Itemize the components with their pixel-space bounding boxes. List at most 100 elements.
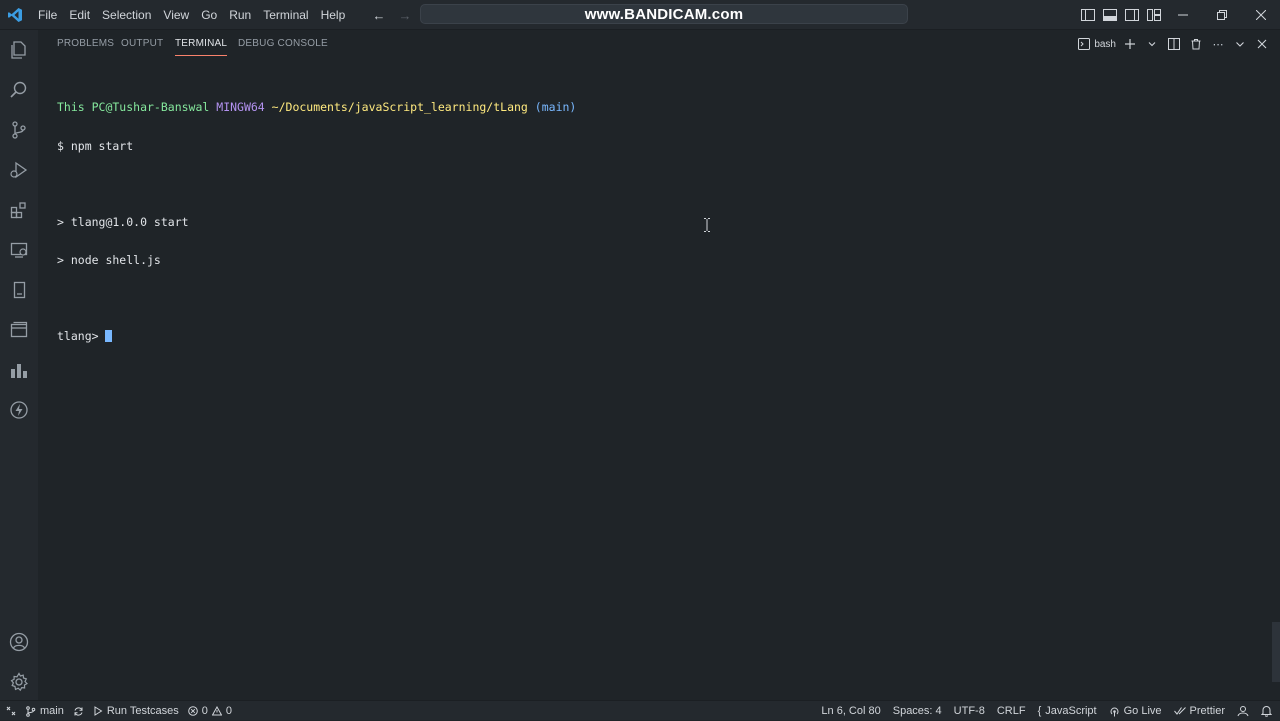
go-live-button[interactable]: Go Live xyxy=(1109,701,1162,721)
terminal-scrollbar[interactable] xyxy=(1272,622,1280,682)
repl-prompt-line: tlang> xyxy=(57,330,1257,343)
lightning-icon[interactable] xyxy=(7,398,31,422)
run-testcases-label: Run Testcases xyxy=(106,705,179,717)
prompt-user: This PC@Tushar-Banswal xyxy=(57,100,210,115)
indentation-setting[interactable]: Spaces: 4 xyxy=(893,701,942,721)
close-panel-icon[interactable] xyxy=(1254,35,1270,53)
trash-icon[interactable] xyxy=(1188,35,1204,53)
menu-terminal[interactable]: Terminal xyxy=(257,0,314,30)
toggle-secondary-sidebar-icon[interactable] xyxy=(1124,7,1140,23)
prettier-status[interactable]: Prettier xyxy=(1173,701,1225,721)
close-window-icon[interactable] xyxy=(1241,0,1280,30)
minimize-icon[interactable] xyxy=(1163,0,1202,30)
menu-edit[interactable]: Edit xyxy=(63,0,96,30)
terminal-shell-selector[interactable]: bash xyxy=(1078,38,1116,50)
output-line: > tlang@1.0.0 start xyxy=(57,214,189,229)
run-testcases-button[interactable]: Run Testcases xyxy=(93,701,179,721)
output-line: > node shell.js xyxy=(57,252,161,267)
chart-icon[interactable] xyxy=(7,358,31,382)
tab-debug-console[interactable]: DEBUG CONSOLE xyxy=(238,38,328,56)
error-icon xyxy=(187,706,198,716)
maximize-panel-chevron-icon[interactable] xyxy=(1232,35,1248,53)
terminal-icon xyxy=(1078,38,1091,50)
restore-icon[interactable] xyxy=(1202,0,1241,30)
prompt-branch: (main) xyxy=(534,100,577,115)
toggle-primary-sidebar-icon[interactable] xyxy=(1080,7,1096,23)
feedback-icon xyxy=(1237,706,1249,717)
menu-bar: File Edit Selection View Go Run Terminal… xyxy=(32,0,351,30)
bandicam-watermark: www.BANDICAM.com xyxy=(584,5,744,23)
braces-icon: { xyxy=(1037,705,1042,717)
activity-bar xyxy=(0,30,38,700)
layout-controls xyxy=(1080,0,1162,30)
menu-selection[interactable]: Selection xyxy=(96,0,157,30)
menu-run[interactable]: Run xyxy=(223,0,257,30)
prompt-line: This PC@Tushar-Banswal MINGW64 ~/Documen… xyxy=(57,101,1257,114)
notifications-button[interactable] xyxy=(1261,701,1272,721)
tab-terminal[interactable]: TERMINAL xyxy=(175,38,228,56)
more-actions-icon[interactable]: ⋯ xyxy=(1210,35,1226,53)
extensions-icon[interactable] xyxy=(7,198,31,222)
tab-output[interactable]: OUTPUT xyxy=(121,38,163,56)
navigation-arrows: ← → xyxy=(370,0,414,30)
terminal-output[interactable]: This PC@Tushar-Banswal MINGW64 ~/Documen… xyxy=(57,76,1257,368)
testing-icon[interactable] xyxy=(7,278,31,302)
source-control-icon[interactable] xyxy=(7,118,31,142)
remote-explorer-icon[interactable] xyxy=(7,238,31,262)
repl-prompt: tlang> xyxy=(57,328,106,343)
sync-indicator[interactable] xyxy=(73,701,84,721)
warning-count: 0 xyxy=(225,705,233,717)
branch-name: main xyxy=(40,705,64,717)
mouse-ibeam-cursor-icon xyxy=(704,218,710,232)
problems-indicator[interactable]: 0 0 xyxy=(187,701,233,721)
double-check-icon xyxy=(1173,707,1186,715)
title-bar: File Edit Selection View Go Run Terminal… xyxy=(0,0,1280,30)
split-terminal-icon[interactable] xyxy=(1166,35,1182,53)
cursor-position[interactable]: Ln 6, Col 80 xyxy=(821,701,880,721)
new-terminal-icon[interactable] xyxy=(1122,35,1138,53)
language-mode[interactable]: { JavaScript xyxy=(1038,701,1097,721)
tab-problems[interactable]: PROBLEMS xyxy=(57,38,114,56)
command-line: $ npm start xyxy=(57,138,134,153)
forward-arrow-icon[interactable]: → xyxy=(396,8,414,23)
chevron-down-icon[interactable] xyxy=(1144,35,1160,53)
sync-icon xyxy=(74,706,83,716)
prompt-path: ~/Documents/javaScript_learning/tLang xyxy=(271,100,528,115)
menu-view[interactable]: View xyxy=(157,0,195,30)
error-count: 0 xyxy=(201,705,208,717)
toggle-panel-icon[interactable] xyxy=(1102,7,1118,23)
run-debug-icon[interactable] xyxy=(7,158,31,182)
status-bar-right: Ln 6, Col 80 Spaces: 4 UTF-8 CRLF { Java… xyxy=(821,701,1272,721)
broadcast-icon xyxy=(1110,707,1119,716)
menu-go[interactable]: Go xyxy=(195,0,223,30)
back-arrow-icon[interactable]: ← xyxy=(370,8,388,23)
language-label: JavaScript xyxy=(1045,705,1097,717)
prettier-label: Prettier xyxy=(1189,705,1225,717)
remote-icon xyxy=(6,706,16,716)
encoding-setting[interactable]: UTF-8 xyxy=(954,701,985,721)
vscode-logo-icon[interactable] xyxy=(0,0,30,30)
git-branch-icon xyxy=(26,705,36,717)
feedback-button[interactable] xyxy=(1237,701,1249,721)
play-icon xyxy=(94,706,103,716)
panel-header: PROBLEMS OUTPUT TERMINAL DEBUG CONSOLE b… xyxy=(38,30,1280,58)
settings-gear-icon[interactable] xyxy=(7,670,31,694)
terminal-panel: PROBLEMS OUTPUT TERMINAL DEBUG CONSOLE b… xyxy=(38,30,1280,700)
prompt-system: MINGW64 xyxy=(216,100,265,115)
account-icon[interactable] xyxy=(7,630,31,654)
remote-indicator[interactable] xyxy=(6,701,16,721)
search-icon[interactable] xyxy=(7,78,31,102)
browser-icon[interactable] xyxy=(7,318,31,342)
status-bar-left: main Run Testcases 0 0 xyxy=(6,701,232,721)
command-center[interactable]: www.BANDICAM.com xyxy=(420,4,908,24)
menu-help[interactable]: Help xyxy=(315,0,352,30)
customize-layout-icon[interactable] xyxy=(1146,7,1162,23)
status-bar: main Run Testcases 0 0 Ln 6, Col 80 Spac… xyxy=(0,700,1280,720)
eol-setting[interactable]: CRLF xyxy=(997,701,1026,721)
menu-file[interactable]: File xyxy=(32,0,63,30)
explorer-icon[interactable] xyxy=(7,38,31,62)
go-live-label: Go Live xyxy=(1123,705,1162,717)
terminal-cursor xyxy=(105,329,113,342)
branch-indicator[interactable]: main xyxy=(25,701,64,721)
